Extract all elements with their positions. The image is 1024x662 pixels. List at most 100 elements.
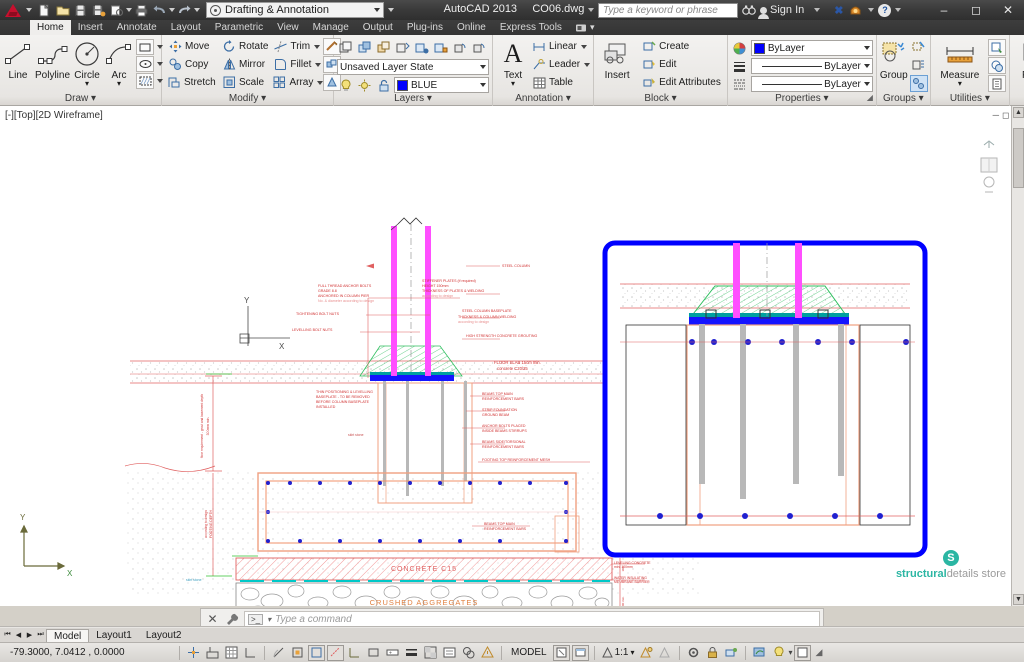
- annotation-visibility-icon[interactable]: [638, 645, 655, 661]
- coordinates-display[interactable]: -79.3000, 7.0412 , 0.0000: [0, 647, 175, 658]
- linetype-icon[interactable]: [731, 76, 748, 92]
- tab-annotate[interactable]: Annotate: [110, 20, 164, 35]
- dynamic-input-icon[interactable]: +: [384, 645, 401, 661]
- annotation-table-button[interactable]: Table: [532, 74, 590, 91]
- block-edit-attributes-button[interactable]: Edit Attributes: [639, 74, 724, 91]
- application-menu-button[interactable]: [0, 0, 26, 20]
- dynamic-ucs-icon[interactable]: [365, 645, 382, 661]
- infer-constraints-icon[interactable]: [185, 645, 202, 661]
- property-linetype-caret-icon[interactable]: [863, 82, 870, 86]
- clean-screen-icon[interactable]: [793, 644, 811, 661]
- layout-prev-button[interactable]: ◀: [13, 630, 24, 641]
- isolate-objects-icon[interactable]: [751, 645, 768, 661]
- modify-stretch-button[interactable]: Stretch: [165, 74, 217, 91]
- array-caret-icon[interactable]: [317, 80, 324, 85]
- text-caret-icon[interactable]: ▾: [511, 80, 515, 88]
- layout-tab-model[interactable]: Model: [46, 628, 90, 642]
- status-resize-grip[interactable]: ◢: [816, 647, 823, 658]
- layer-lock-icon[interactable]: [432, 39, 450, 56]
- modify-move-button[interactable]: Move: [165, 38, 217, 55]
- layer-unisolate-icon[interactable]: [375, 39, 393, 56]
- quick-properties-icon[interactable]: [441, 645, 458, 661]
- layer-off-icon[interactable]: [413, 39, 431, 56]
- close-icon[interactable]: ✕: [204, 611, 221, 628]
- drawing-canvas[interactable]: [-][Top][2D Wireframe] ─ ◻ ✕: [0, 106, 1024, 606]
- annotation-text-button[interactable]: A Text ▾: [496, 37, 530, 88]
- quick-view-layouts-icon[interactable]: [552, 644, 570, 661]
- group-selection-icon[interactable]: [909, 75, 928, 92]
- layout-first-button[interactable]: ⏮: [2, 630, 13, 641]
- redo-icon[interactable]: [176, 2, 193, 18]
- linear-caret-icon[interactable]: [580, 44, 587, 49]
- panel-draw-title[interactable]: Draw ▾: [0, 92, 161, 106]
- draw-circle-button[interactable]: Circle ▾: [72, 37, 102, 88]
- object-snap-tracking-icon[interactable]: [327, 644, 344, 661]
- panel-utilities-title[interactable]: Utilities ▾: [931, 92, 1009, 106]
- tab-online[interactable]: Online: [450, 20, 493, 35]
- modify-rotate-button[interactable]: Rotate: [219, 38, 271, 55]
- bulb-status-icon[interactable]: [770, 645, 787, 661]
- scroll-down-arrow[interactable]: ▼: [1013, 594, 1024, 605]
- modify-copy-button[interactable]: Copy: [165, 56, 217, 73]
- modify-fillet-button[interactable]: Fillet: [273, 56, 322, 73]
- tab-plugins[interactable]: Plug-ins: [400, 20, 450, 35]
- modify-scale-button[interactable]: Scale: [219, 74, 271, 91]
- layout-next-button[interactable]: ▶: [24, 630, 35, 641]
- layer-state-combo[interactable]: Unsaved Layer State: [337, 59, 489, 75]
- current-layer-combo[interactable]: BLUE: [394, 77, 489, 93]
- 3d-object-snap-icon[interactable]: [308, 644, 325, 661]
- command-input[interactable]: >_ ▾ Type a command: [244, 610, 820, 628]
- property-linetype-combo[interactable]: ByLayer: [750, 76, 873, 92]
- help-caret-icon[interactable]: [895, 8, 902, 12]
- modify-mirror-button[interactable]: Mirror: [219, 56, 271, 73]
- quick-select-icon[interactable]: [987, 39, 1006, 56]
- layout-tab-layout2[interactable]: Layout2: [139, 629, 189, 642]
- color-wheel-icon[interactable]: [731, 40, 748, 56]
- redo-caret-icon[interactable]: [194, 8, 200, 12]
- panel-layers-title[interactable]: Layers ▾: [334, 92, 492, 106]
- tab-home[interactable]: Home: [30, 20, 71, 35]
- layer-state-caret-icon[interactable]: [480, 65, 486, 69]
- minimize-button[interactable]: –: [928, 0, 960, 20]
- arc-dropdown-caret-icon[interactable]: ▾: [117, 80, 121, 88]
- panel-block-title[interactable]: Block ▾: [594, 92, 727, 106]
- wrench-icon[interactable]: [224, 611, 241, 628]
- layer-properties-icon[interactable]: [337, 39, 355, 56]
- panel-properties-title[interactable]: Properties ▾ ◢: [728, 92, 876, 106]
- ribbon-minimize-button[interactable]: ▾: [569, 20, 602, 35]
- close-button[interactable]: ✕: [992, 0, 1024, 20]
- tab-express-tools[interactable]: Express Tools: [493, 20, 569, 35]
- panel-annotation-title[interactable]: Annotation ▾: [493, 92, 593, 106]
- communication-center-icon[interactable]: [847, 2, 864, 18]
- auto-scale-icon[interactable]: [657, 645, 674, 661]
- block-insert-button[interactable]: Insert: [597, 37, 637, 81]
- layout-tab-layout1[interactable]: Layout1: [89, 629, 139, 642]
- measure-caret-icon[interactable]: ▾: [958, 80, 962, 88]
- search-input[interactable]: Type a keyword or phrase: [598, 2, 738, 18]
- maximize-button[interactable]: ◻: [960, 0, 992, 20]
- space-toggle-button[interactable]: MODEL: [506, 647, 552, 658]
- chevron-down-icon[interactable]: [374, 8, 380, 12]
- undo-caret-icon[interactable]: [169, 8, 175, 12]
- lock-toolbars-icon[interactable]: [704, 645, 721, 661]
- panel-modify-title[interactable]: Modify ▾: [162, 92, 333, 106]
- status-caret-icon[interactable]: ▾: [788, 648, 792, 657]
- ellipse-icon[interactable]: [136, 56, 155, 72]
- scale-caret-icon[interactable]: ▾: [630, 648, 634, 657]
- plot-preview-icon[interactable]: [108, 2, 125, 18]
- command-dropdown-caret-icon[interactable]: ▾: [267, 615, 271, 624]
- search-history-caret-icon[interactable]: [588, 8, 594, 12]
- modify-array-button[interactable]: Array: [273, 74, 324, 91]
- polar-tracking-icon[interactable]: [270, 645, 287, 661]
- linewidth-icon[interactable]: [731, 58, 748, 74]
- layout-last-button[interactable]: ⏭: [35, 630, 46, 641]
- new-icon[interactable]: [36, 2, 53, 18]
- list-icon[interactable]: [987, 75, 1006, 92]
- quick-view-drawings-icon[interactable]: [571, 644, 589, 661]
- search-icon[interactable]: [742, 4, 756, 16]
- ortho-mode-icon[interactable]: [242, 645, 259, 661]
- tab-layout[interactable]: Layout: [164, 20, 208, 35]
- show-lineweight-icon[interactable]: [403, 645, 420, 661]
- workspace-more-caret-icon[interactable]: [388, 8, 394, 12]
- current-layer-caret-icon[interactable]: [480, 83, 486, 87]
